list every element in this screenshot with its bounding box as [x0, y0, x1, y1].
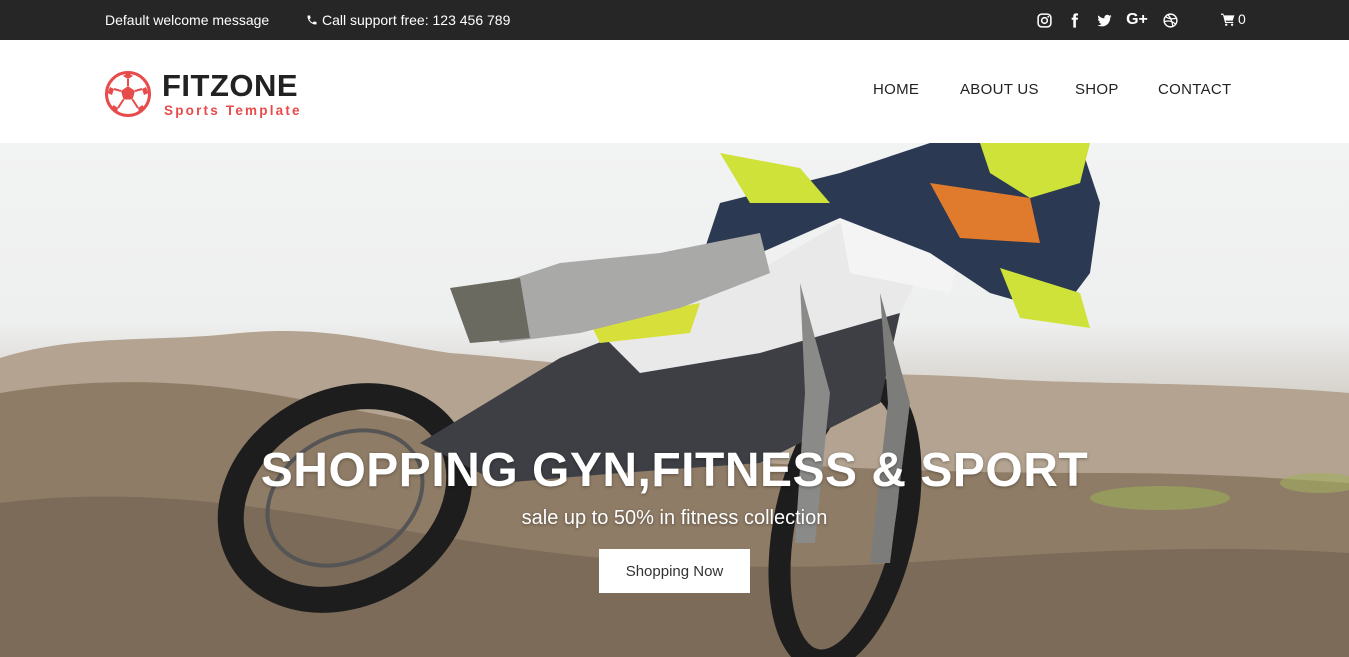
- hero-subtitle: sale up to 50% in fitness collection: [521, 507, 828, 529]
- cart-count: 0: [1238, 11, 1246, 27]
- logo-tagline: Sports Template: [164, 102, 302, 118]
- nav-home[interactable]: HOME: [873, 81, 919, 98]
- nav-about-us[interactable]: ABOUT US: [960, 81, 1039, 98]
- facebook-icon[interactable]: [1064, 10, 1084, 30]
- support-phone: Call support free: 123 456 789: [306, 12, 510, 28]
- shopping-now-button[interactable]: Shopping Now: [599, 549, 750, 593]
- dribbble-icon[interactable]: [1160, 10, 1180, 30]
- instagram-icon[interactable]: [1034, 10, 1054, 30]
- nav-contact[interactable]: CONTACT: [1158, 81, 1231, 98]
- main-nav: HOME ABOUT US SHOP CONTACT: [0, 81, 1349, 101]
- cart-button[interactable]: 0: [1221, 11, 1246, 27]
- google-plus-icon[interactable]: G+: [1124, 10, 1150, 30]
- support-text: Call support free: 123 456 789: [322, 12, 511, 28]
- top-bar: Default welcome message Call support fre…: [0, 0, 1349, 40]
- cart-icon: [1221, 13, 1235, 26]
- nav-shop[interactable]: SHOP: [1075, 81, 1119, 98]
- twitter-icon[interactable]: [1094, 10, 1114, 30]
- phone-icon: [307, 15, 317, 25]
- hero-banner: SHOPPING GYN,FITNESS & SPORT sale up to …: [0, 143, 1349, 657]
- welcome-message: Default welcome message: [105, 12, 270, 28]
- social-links: G+: [1034, 10, 1190, 30]
- hero-title: SHOPPING GYN,FITNESS & SPORT: [260, 444, 1089, 497]
- site-header: FITZONE Sports Template HOME ABOUT US SH…: [0, 40, 1349, 143]
